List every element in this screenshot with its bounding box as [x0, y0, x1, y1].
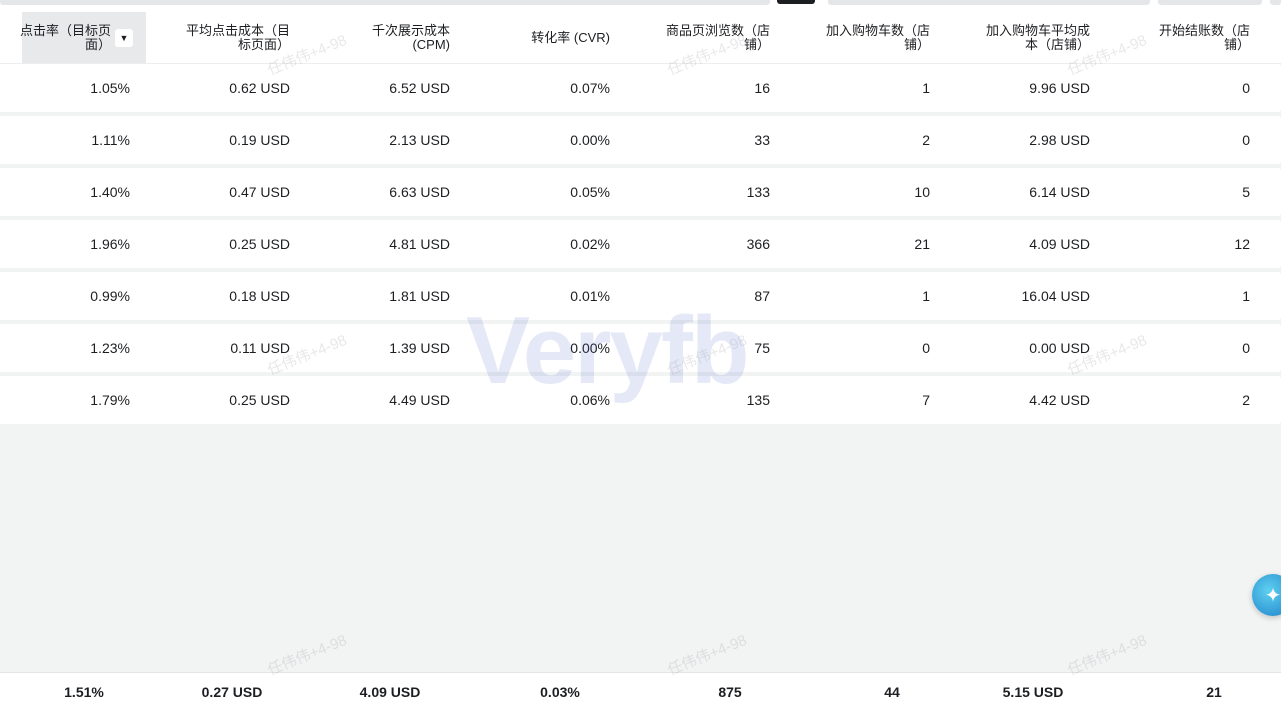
table-cell-cvr: 0.07% [570, 80, 610, 96]
table-cell-add_to_cart_cost: 2.98 USD [1029, 132, 1090, 148]
table-cell-add_to_cart_cost: 9.96 USD [1029, 80, 1090, 96]
table-cell-cpc_dest: 0.19 USD [229, 132, 290, 148]
caret-down-icon[interactable]: ▼ [115, 28, 134, 47]
top-toolbar [0, 0, 1281, 12]
toolbar-segment[interactable] [1270, 0, 1281, 5]
total-cell: 21 [1206, 683, 1222, 700]
column-header-checkout[interactable]: 开始结账数（店 铺） [1090, 12, 1250, 63]
total-cell: 44 [884, 683, 900, 700]
column-header-label: 点击率（目标页 面） [20, 22, 112, 52]
column-header-cvr[interactable]: 转化率 (CVR) [450, 12, 610, 63]
table-header: 点击率（目标页 面） ▼ 平均点击成本（目 标页面） 千次展示成本 (CPM) … [0, 12, 1281, 64]
table-cell-add_to_cart: 1 [922, 288, 930, 304]
table-cell-cvr: 0.00% [570, 340, 610, 356]
table-cell-add_to_cart_cost: 16.04 USD [1021, 288, 1090, 304]
column-header-cpc-dest[interactable]: 平均点击成本（目 标页面） [146, 12, 290, 63]
table-row[interactable]: 1.11% 0.19 USD 2.13 USD 0.00% 33 2 2.98 USD 0 [0, 116, 1281, 164]
table-cell-cpm: 4.49 USD [389, 392, 450, 408]
column-header-cpm[interactable]: 千次展示成本 (CPM) [290, 12, 450, 63]
table-cell-ctr_dest: 1.05% [90, 80, 130, 96]
table-cell-ctr_dest: 1.40% [90, 184, 130, 200]
column-header-label: 转化率 (CVR) [531, 29, 610, 45]
column-header-add-to-cart-cost[interactable]: 加入购物车平均成 本（店铺） [930, 12, 1090, 63]
column-header-ctr-dest[interactable]: 点击率（目标页 面） ▼ [20, 12, 146, 63]
total-cell: 5.15 USD [1002, 683, 1064, 700]
column-header-label: 千次展示成本 (CPM) [371, 22, 450, 52]
table-cell-checkout: 0 [1242, 340, 1250, 356]
table-cell-cpc_dest: 0.25 USD [229, 392, 290, 408]
table-cell-add_to_cart: 21 [914, 236, 930, 252]
table-cell-ctr_dest: 1.23% [90, 340, 130, 356]
table-row[interactable]: 0.99% 0.18 USD 1.81 USD 0.01% 87 1 16.04 USD 1 [0, 272, 1281, 320]
table-cell-checkout: 1 [1242, 288, 1250, 304]
toolbar-scroll-handle[interactable] [777, 0, 815, 4]
table-cell-add_to_cart_cost: 4.09 USD [1029, 236, 1090, 252]
table-cell-cvr: 0.01% [570, 288, 610, 304]
table-cell-pdp_views: 33 [754, 132, 770, 148]
table-body: 1.05% 0.62 USD 6.52 USD 0.07% 16 1 9.96 USD 0 1.… [0, 64, 1281, 428]
column-header-label: 平均点击成本（目 标页面） [185, 22, 290, 52]
column-header-add-to-cart[interactable]: 加入购物车数（店 铺） [770, 12, 930, 63]
table-cell-ctr_dest: 1.96% [90, 236, 130, 252]
table-cell-ctr_dest: 0.99% [90, 288, 130, 304]
total-cell: 0.03% [540, 683, 580, 700]
table-cell-cpm: 1.39 USD [389, 340, 450, 356]
table-cell-cpm: 4.81 USD [389, 236, 450, 252]
total-cell: 1.51% [64, 683, 104, 700]
table-row[interactable]: 1.96% 0.25 USD 4.81 USD 0.02% 366 21 4.09 USD 1… [0, 220, 1281, 268]
table-cell-pdp_views: 16 [754, 80, 770, 96]
column-header-label: 加入购物车数（店 铺） [825, 22, 930, 52]
star-assistant-icon[interactable]: ✦ [1252, 574, 1281, 616]
table-cell-add_to_cart: 1 [922, 80, 930, 96]
table-cell-cvr: 0.06% [570, 392, 610, 408]
table-cell-add_to_cart_cost: 0.00 USD [1029, 340, 1090, 356]
toolbar-segment[interactable] [0, 0, 770, 5]
toolbar-segment[interactable] [1158, 0, 1262, 5]
table-cell-add_to_cart: 0 [922, 340, 930, 356]
table-cell-pdp_views: 87 [754, 288, 770, 304]
table-cell-add_to_cart: 2 [922, 132, 930, 148]
table-cell-add_to_cart: 7 [922, 392, 930, 408]
table-totals-row: 1.51% 0.27 USD 4.09 USD 0.03% 875 44 5.1… [0, 672, 1281, 710]
table-cell-pdp_views: 75 [754, 340, 770, 356]
table-cell-checkout: 0 [1242, 80, 1250, 96]
table-cell-cpm: 1.81 USD [389, 288, 450, 304]
table-cell-checkout: 2 [1242, 392, 1250, 408]
table-cell-pdp_views: 366 [746, 236, 770, 252]
toolbar-segment[interactable] [828, 0, 1150, 5]
table-cell-checkout: 5 [1242, 184, 1250, 200]
column-header-label: 开始结账数（店 铺） [1158, 22, 1250, 52]
table-cell-cpc_dest: 0.18 USD [229, 288, 290, 304]
table-cell-cpc_dest: 0.47 USD [229, 184, 290, 200]
table-cell-cpc_dest: 0.25 USD [229, 236, 290, 252]
table-cell-checkout: 0 [1242, 132, 1250, 148]
total-cell: 875 [718, 683, 742, 700]
table-cell-cpm: 6.63 USD [389, 184, 450, 200]
table-cell-cvr: 0.00% [570, 132, 610, 148]
total-cell: 0.27 USD [201, 683, 263, 700]
table-cell-ctr_dest: 1.79% [90, 392, 130, 408]
table-cell-cpm: 2.13 USD [389, 132, 450, 148]
table-row[interactable]: 1.05% 0.62 USD 6.52 USD 0.07% 16 1 9.96 USD 0 [0, 64, 1281, 112]
table-cell-pdp_views: 133 [746, 184, 770, 200]
table-cell-pdp_views: 135 [746, 392, 770, 408]
table-cell-cpc_dest: 0.11 USD [230, 340, 290, 356]
column-header-label: 加入购物车平均成 本（店铺） [985, 22, 1090, 52]
table-cell-ctr_dest: 1.11% [91, 132, 130, 148]
table-cell-cpc_dest: 0.62 USD [229, 80, 290, 96]
total-cell: 4.09 USD [359, 683, 421, 700]
table-row[interactable]: 1.23% 0.11 USD 1.39 USD 0.00% 75 0 0.00 USD 0 [0, 324, 1281, 372]
table-cell-cpm: 6.52 USD [389, 80, 450, 96]
table-cell-cvr: 0.02% [570, 236, 610, 252]
table-cell-add_to_cart: 10 [914, 184, 930, 200]
table-cell-cvr: 0.05% [570, 184, 610, 200]
table-cell-checkout: 12 [1234, 236, 1250, 252]
table-row[interactable]: 1.79% 0.25 USD 4.49 USD 0.06% 135 7 4.42 USD 2 [0, 376, 1281, 424]
table-cell-add_to_cart_cost: 6.14 USD [1029, 184, 1090, 200]
column-header-label: 商品页浏览数（店 铺） [665, 22, 770, 52]
column-header-pdp-views[interactable]: 商品页浏览数（店 铺） [610, 12, 770, 63]
table-cell-add_to_cart_cost: 4.42 USD [1029, 392, 1090, 408]
table-row[interactable]: 1.40% 0.47 USD 6.63 USD 0.05% 133 10 6.14 USD 5 [0, 168, 1281, 216]
